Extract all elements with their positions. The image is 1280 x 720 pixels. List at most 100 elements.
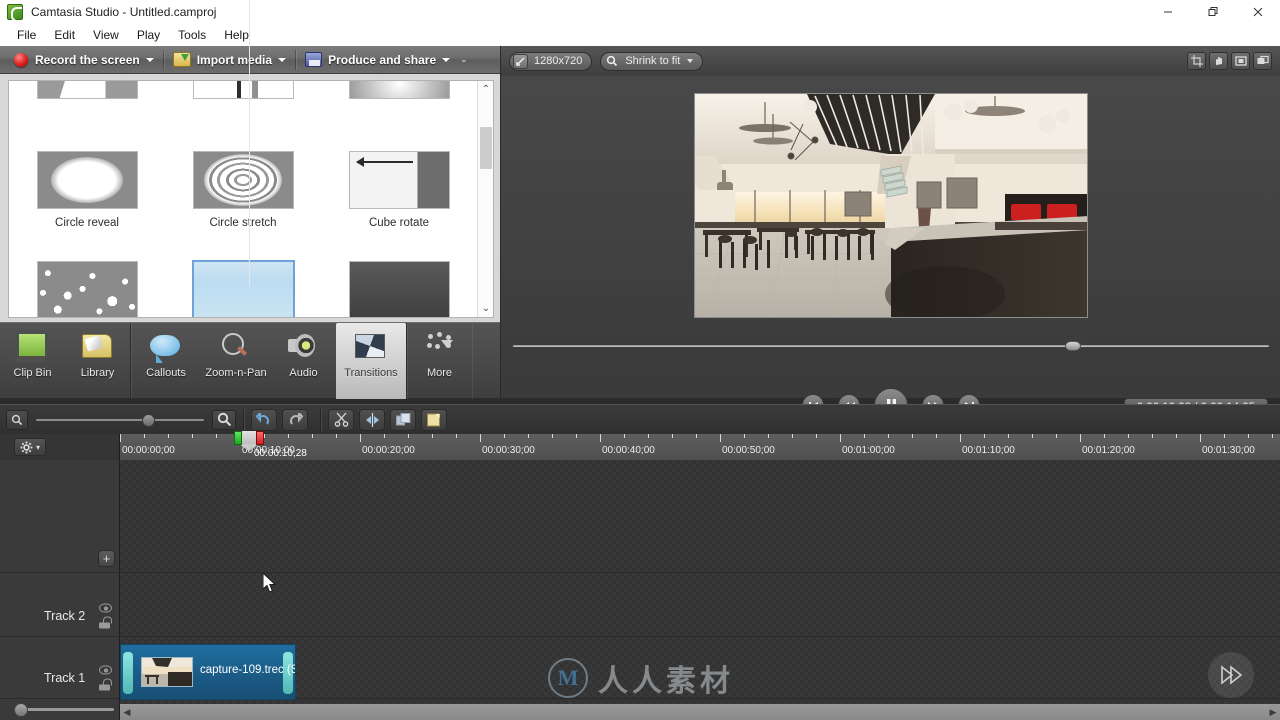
menu-tools[interactable]: Tools: [169, 26, 215, 44]
track-divider: [0, 572, 1280, 573]
track-row-track-1[interactable]: Track 1: [0, 646, 120, 710]
transitions-gallery: Circle reveal Circle stretch Cube rotate…: [8, 80, 494, 318]
tab-label: Clip Bin: [13, 367, 52, 379]
audio-icon: [287, 332, 320, 360]
tab-library[interactable]: Library: [65, 323, 130, 399]
import-media-button[interactable]: Import media: [167, 46, 292, 74]
toolbar-divider: [320, 408, 321, 431]
mouse-cursor: [262, 571, 277, 598]
transition-item[interactable]: [165, 81, 321, 143]
playhead-marker[interactable]: [234, 431, 264, 451]
lock-icon[interactable]: [99, 616, 112, 629]
preview-toolbar: 1280x720 Shrink to fit: [501, 46, 1280, 76]
tab-more[interactable]: More: [407, 323, 472, 399]
redo-button[interactable]: [282, 408, 308, 431]
canvas-dimensions-button[interactable]: 1280x720: [509, 51, 593, 71]
tab-clip-bin[interactable]: Clip Bin: [0, 323, 65, 399]
menu-play[interactable]: Play: [128, 26, 169, 44]
timeline-clip[interactable]: capture-109.trec (S: [120, 644, 296, 700]
timeline-options-button[interactable]: ▾: [14, 438, 46, 456]
hand-pan-icon[interactable]: [1209, 52, 1228, 70]
zoom-out-icon[interactable]: [6, 409, 28, 430]
ruler-label: 00:01:20;00: [1082, 445, 1135, 456]
cut-button[interactable]: [328, 408, 354, 431]
lock-icon[interactable]: [99, 678, 112, 691]
window-title: Camtasia Studio - Untitled.camproj: [31, 5, 217, 19]
tab-callouts[interactable]: Callouts: [131, 323, 201, 399]
zoom-pan-icon: [220, 332, 252, 360]
transition-item-circle-reveal[interactable]: Circle reveal: [9, 143, 165, 253]
import-label: Import media: [196, 52, 273, 67]
timeline-zoom-slider[interactable]: [34, 410, 206, 430]
transition-item[interactable]: [321, 81, 477, 143]
eye-icon[interactable]: [99, 603, 112, 613]
transition-item-dissolve[interactable]: Dissolve: [9, 253, 165, 317]
copy-button[interactable]: [390, 408, 416, 431]
clip-trim-handle-left[interactable]: [123, 652, 133, 694]
ruler-label: 00:00:20;00: [362, 445, 415, 456]
preview-seekbar[interactable]: [513, 341, 1269, 351]
gallery-scrollbar[interactable]: ⌃ ⌄: [477, 81, 493, 317]
paste-button[interactable]: [421, 408, 447, 431]
detach-icon[interactable]: [1253, 52, 1272, 70]
zoom-slider-knob[interactable]: [142, 413, 155, 427]
menu-view[interactable]: View: [84, 26, 128, 44]
tab-label: Transitions: [344, 367, 398, 379]
record-the-screen-button[interactable]: Record the screen: [8, 46, 160, 74]
selection-end-marker[interactable]: [256, 431, 264, 445]
timeline-horizontal-scrollbar[interactable]: ◀ ▶: [120, 704, 1280, 720]
more-icon: [424, 332, 456, 360]
record-caret-icon[interactable]: [145, 57, 154, 62]
seek-knob[interactable]: [1065, 341, 1081, 351]
tab-group-more: More: [407, 323, 472, 399]
close-icon[interactable]: [1235, 0, 1280, 24]
menu-edit[interactable]: Edit: [45, 26, 84, 44]
crop-icon[interactable]: [1187, 52, 1206, 70]
scroll-down-icon[interactable]: ⌄: [478, 300, 493, 317]
import-caret-icon[interactable]: [278, 57, 287, 62]
toolbar-divider: [295, 49, 297, 70]
canvas-zoom-button[interactable]: Shrink to fit: [600, 51, 704, 71]
zoom-slider-track: [36, 418, 204, 421]
transition-thumbnail: [36, 81, 138, 99]
track-height-slider[interactable]: [6, 702, 116, 717]
canvas-zoom-label: Shrink to fit: [625, 55, 681, 67]
split-button[interactable]: [359, 408, 385, 431]
watermark-play-icon: [1208, 652, 1254, 698]
transition-item-fade-through-black[interactable]: Fade through black: [321, 253, 477, 317]
menu-help[interactable]: Help: [215, 26, 258, 44]
transition-item-circle-stretch[interactable]: Circle stretch: [165, 143, 321, 253]
zoom-in-icon[interactable]: [212, 409, 236, 430]
minimize-icon[interactable]: [1145, 0, 1190, 24]
scrollbar-thumb[interactable]: [480, 127, 492, 169]
video-canvas[interactable]: [693, 92, 1088, 318]
tab-zoom-n-pan[interactable]: Zoom-n-Pan: [201, 323, 271, 399]
undo-button[interactable]: [251, 408, 277, 431]
scroll-right-icon[interactable]: ▶: [1266, 704, 1280, 720]
add-track-button[interactable]: +: [98, 550, 115, 567]
selection-start-marker[interactable]: [234, 431, 242, 445]
chevron-down-icon[interactable]: ▾: [36, 443, 40, 452]
scroll-up-icon[interactable]: ⌃: [478, 81, 493, 98]
import-folder-icon: [172, 52, 191, 67]
eye-icon[interactable]: [99, 665, 112, 675]
transition-item-fade[interactable]: Fade: [165, 253, 321, 317]
fullscreen-icon[interactable]: [1231, 52, 1250, 70]
produce-caret-icon[interactable]: [442, 57, 451, 62]
record-dot-icon: [14, 52, 28, 67]
tab-transitions[interactable]: Transitions: [336, 323, 406, 399]
transition-item-cube-rotate[interactable]: Cube rotate: [321, 143, 477, 253]
transitions-grid: Circle reveal Circle stretch Cube rotate…: [9, 81, 477, 317]
produce-and-share-button[interactable]: Produce and share: [299, 46, 456, 74]
clip-bin-icon: [16, 332, 49, 360]
menu-file[interactable]: File: [8, 26, 45, 44]
track-row-track-2[interactable]: Track 2: [0, 584, 120, 648]
slider-knob[interactable]: [14, 703, 28, 717]
tab-group-effects: Callouts Zoom-n-Pan Audio Transitions: [131, 323, 407, 399]
toolbar-overflow-icon[interactable]: ⌄: [460, 54, 468, 65]
restore-icon[interactable]: [1190, 0, 1235, 24]
transition-item[interactable]: [9, 81, 165, 143]
tab-audio[interactable]: Audio: [271, 323, 336, 399]
chevron-down-icon[interactable]: [687, 59, 694, 63]
scroll-left-icon[interactable]: ◀: [120, 704, 134, 720]
